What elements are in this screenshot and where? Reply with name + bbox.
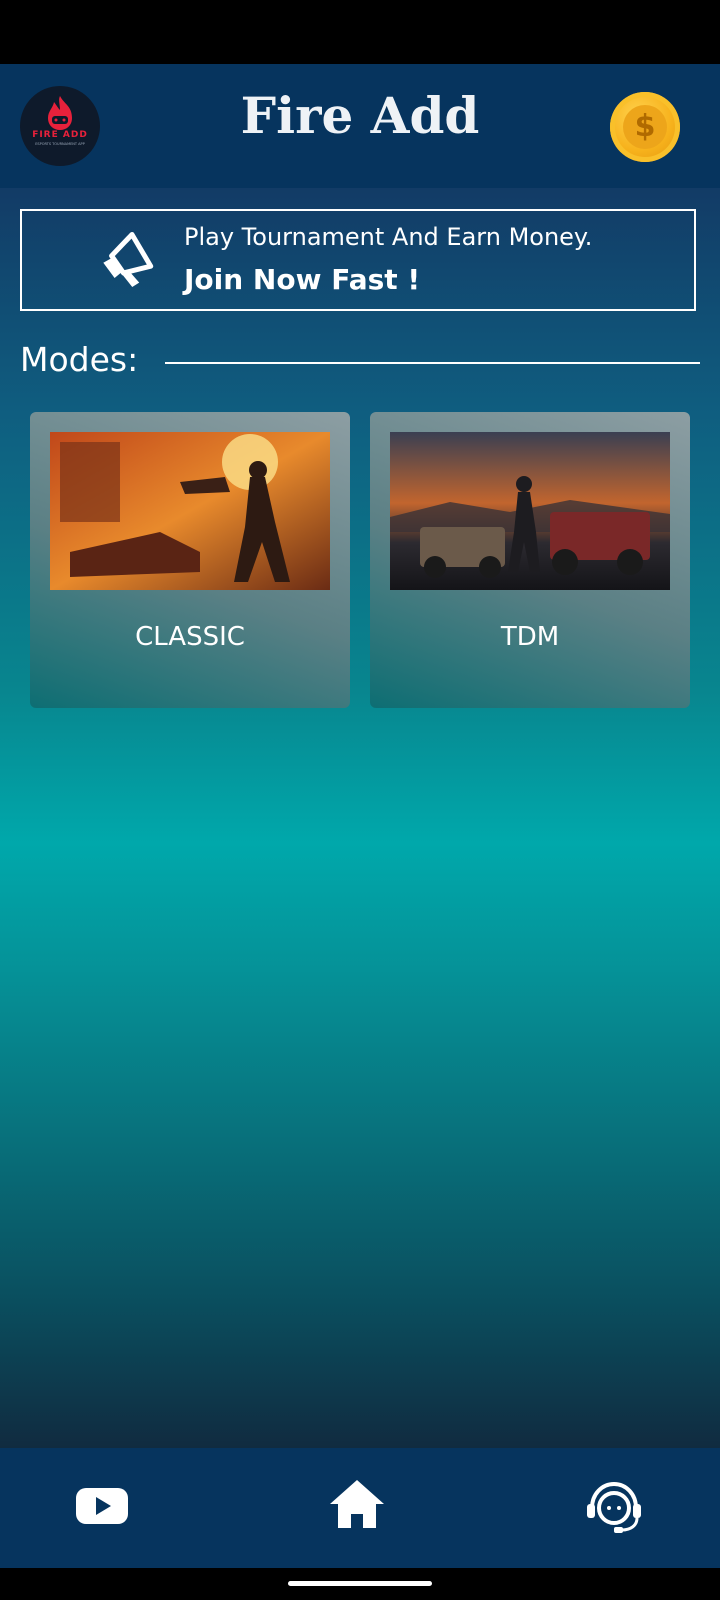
mode-card-classic[interactable]: CLASSIC <box>30 412 350 708</box>
announcement-text: Play Tournament And Earn Money. <box>184 223 593 251</box>
youtube-icon <box>76 1488 128 1524</box>
modes-divider <box>165 362 700 364</box>
gesture-bar <box>0 1568 720 1600</box>
bottom-nav <box>0 1448 720 1568</box>
nav-home-button[interactable] <box>322 1476 392 1536</box>
coin-icon: $ <box>623 105 667 149</box>
mode-label-tdm: TDM <box>500 622 560 652</box>
modes-heading: Modes: <box>20 340 139 379</box>
main-content: Play Tournament And Earn Money. Join Now… <box>0 188 720 1448</box>
announcement-cta: Join Now Fast ! <box>184 263 421 296</box>
app-header: FIRE ADD ESPORTS TOURNAMENT APP Fire Add… <box>0 64 720 188</box>
home-icon <box>330 1480 384 1528</box>
megaphone-icon <box>103 231 154 287</box>
support-icon <box>587 1481 641 1533</box>
nav-support-button[interactable] <box>578 1476 648 1536</box>
mode-thumbnail-classic <box>50 432 330 590</box>
home-gesture-pill[interactable] <box>288 1581 432 1586</box>
mode-thumbnail-tdm <box>390 432 670 590</box>
announcement-banner[interactable]: Play Tournament And Earn Money. Join Now… <box>20 209 696 311</box>
nav-youtube-button[interactable] <box>68 1476 138 1536</box>
coin-button[interactable]: $ <box>610 92 680 162</box>
mode-label-classic: CLASSIC <box>135 622 245 652</box>
mode-card-tdm[interactable]: TDM <box>370 412 690 708</box>
status-bar <box>0 0 720 64</box>
